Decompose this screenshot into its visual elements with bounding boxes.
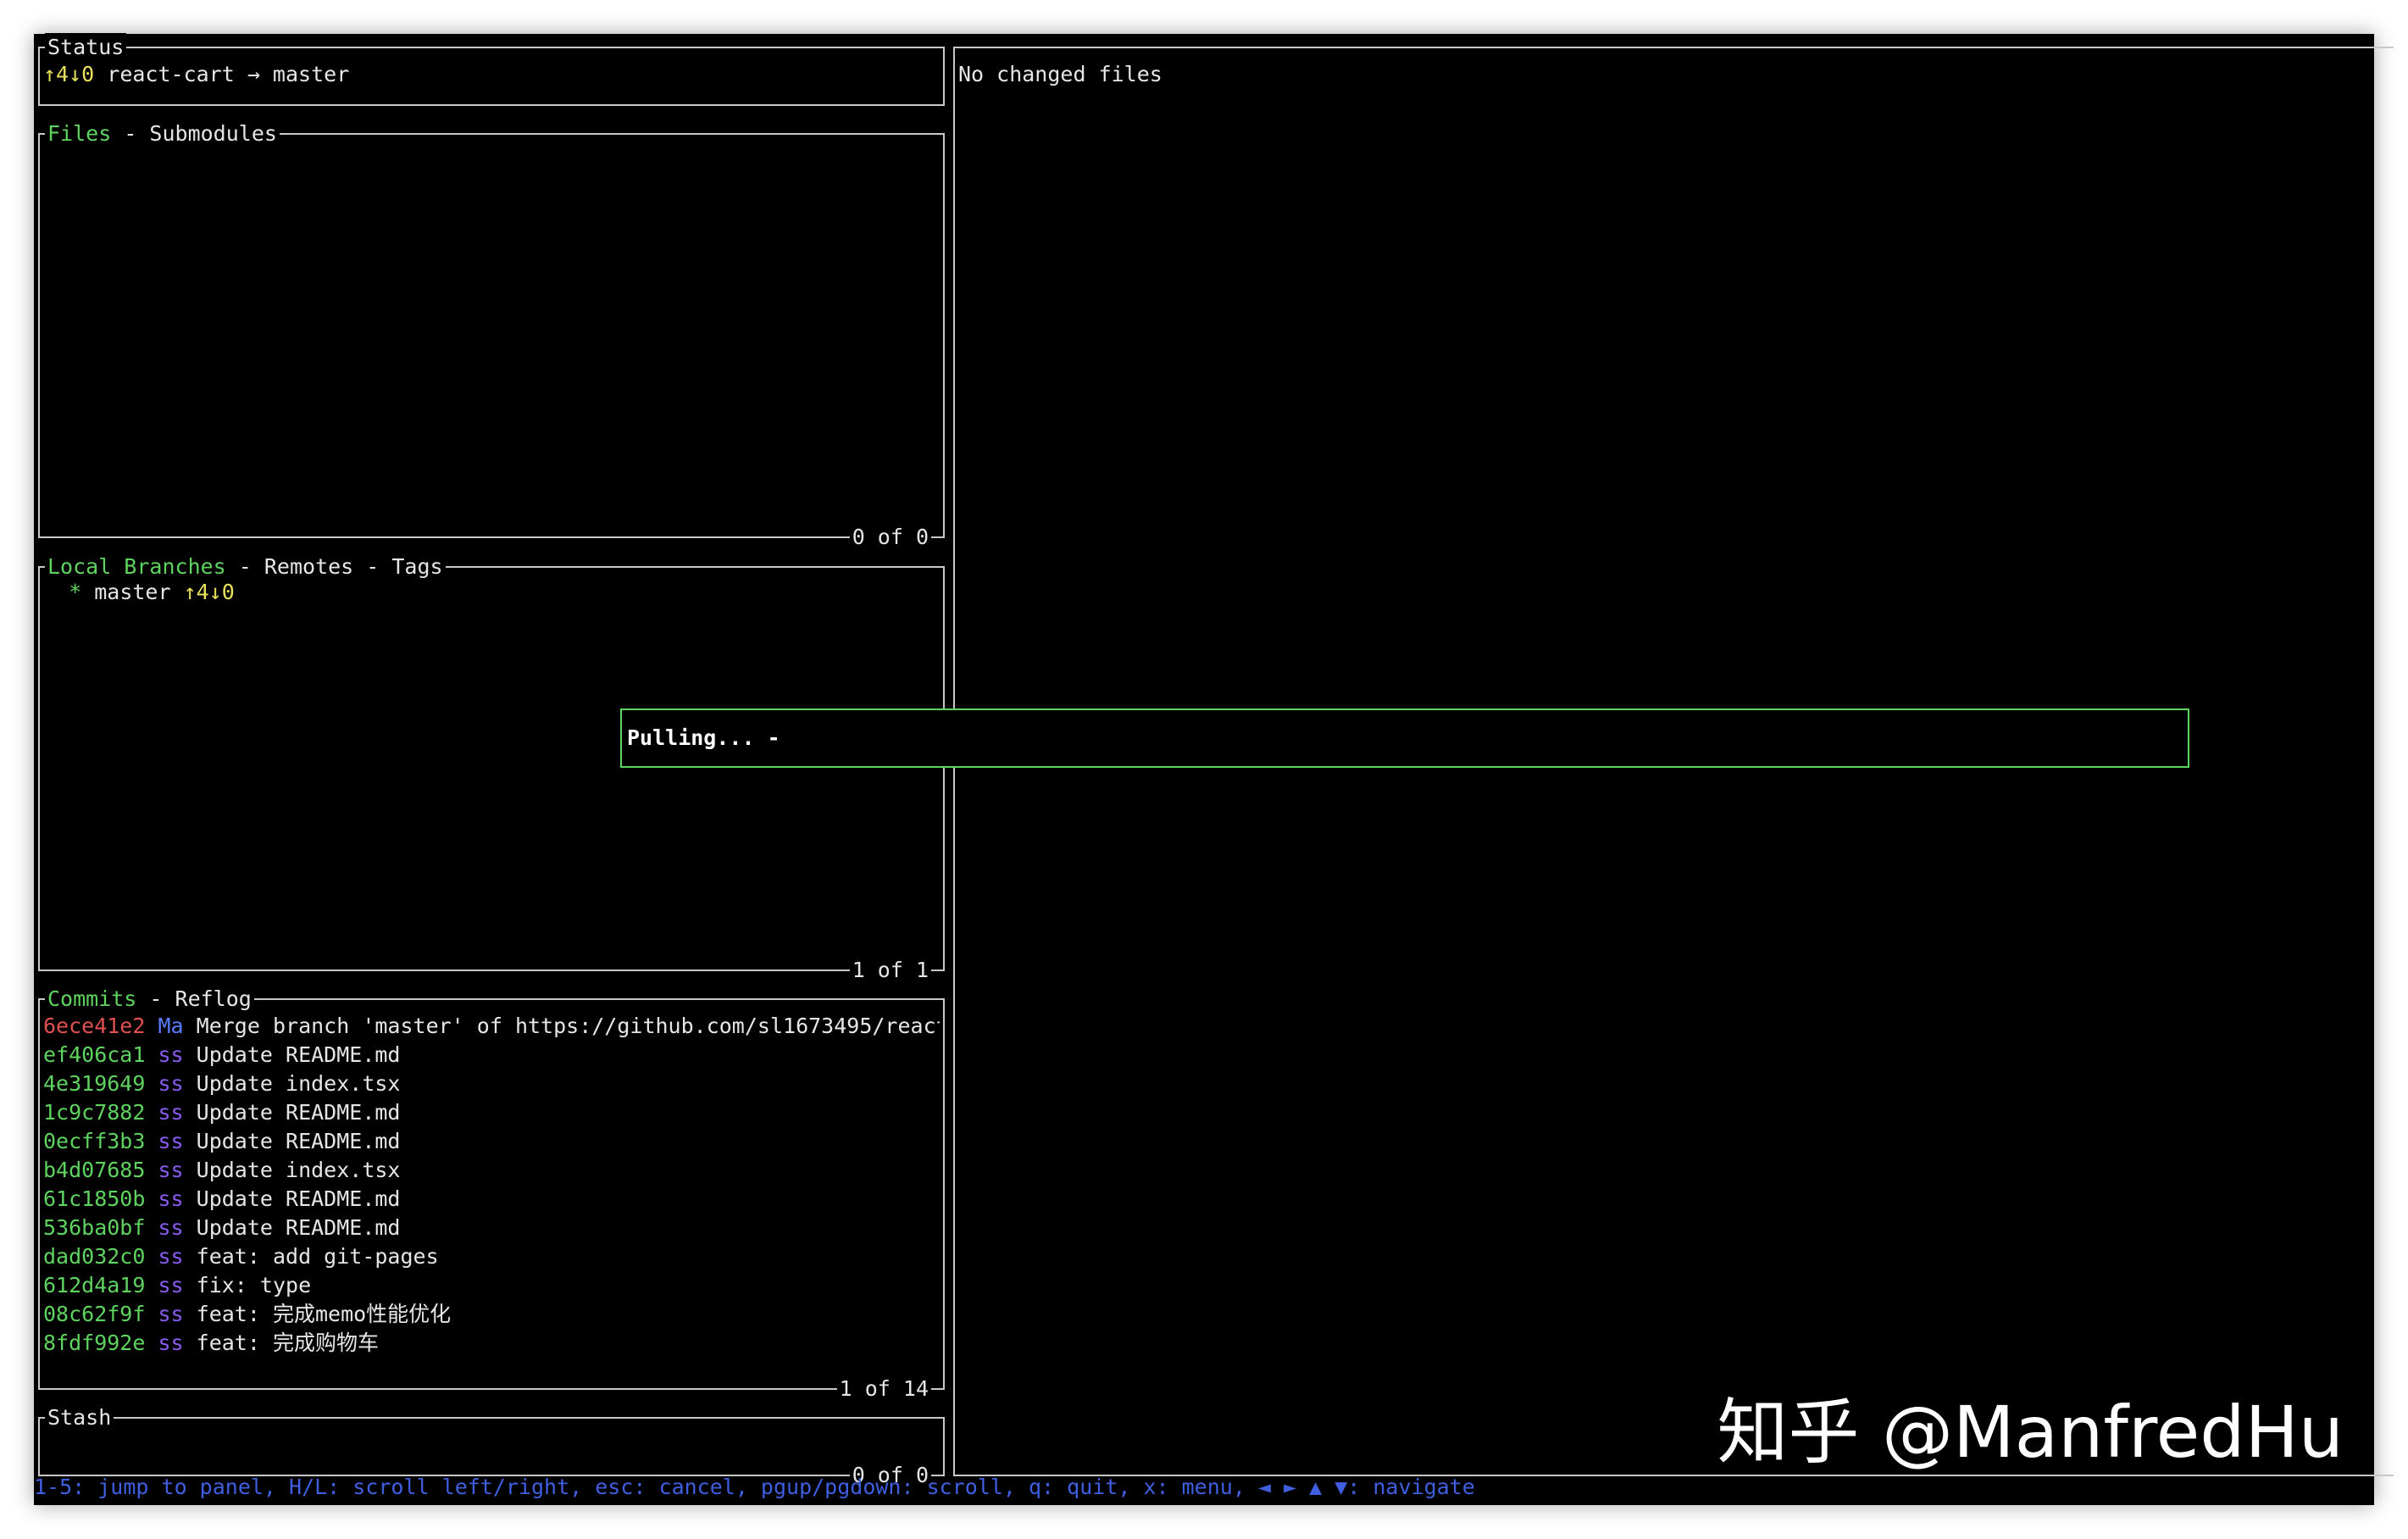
commit-hash: ef406ca1 — [43, 1042, 146, 1067]
commit-message: feat: add git-pages — [196, 1244, 439, 1269]
commit-message: Update index.tsx — [196, 1158, 401, 1182]
commit-message: feat: 完成memo性能优化 — [196, 1302, 452, 1326]
tab-submodules[interactable]: - Submodules — [111, 121, 277, 146]
commit-hash: 536ba0bf — [43, 1215, 146, 1240]
commits-count: 1 of 14 — [836, 1375, 931, 1403]
commit-row[interactable]: 6ece41e2 Ma Merge branch 'master' of htt… — [43, 1012, 940, 1041]
commit-hash: 61c1850b — [43, 1186, 146, 1211]
commit-author: ss — [158, 1331, 184, 1355]
files-panel[interactable]: Files - Submodules 0 of 0 — [38, 119, 945, 552]
commit-message: Update README.md — [196, 1042, 401, 1067]
commit-author: ss — [158, 1071, 184, 1096]
commit-row[interactable]: 536ba0bf ss Update README.md — [43, 1214, 940, 1242]
commits-panel[interactable]: Commits - Reflog 6ece41e2 Ma Merge branc… — [38, 985, 945, 1403]
commit-author: ss — [158, 1302, 184, 1326]
commit-author: Ma — [158, 1014, 184, 1038]
tab-remotes-tags[interactable]: - Remotes - Tags — [226, 554, 443, 579]
files-panel-title: Files - Submodules — [45, 119, 280, 148]
pulling-status-text: Pulling... - — [627, 725, 780, 750]
main-panel-text: No changed files — [958, 62, 1162, 86]
commit-row[interactable]: dad032c0 ss feat: add git-pages — [43, 1242, 940, 1271]
repo-branch-label: react-cart → master — [94, 62, 350, 86]
commit-row[interactable]: 08c62f9f ss feat: 完成memo性能优化 — [43, 1300, 940, 1329]
tab-commits[interactable]: Commits — [47, 986, 136, 1011]
commit-row[interactable]: 61c1850b ss Update README.md — [43, 1185, 940, 1214]
tab-reflog[interactable]: - Reflog — [136, 986, 251, 1011]
commit-hash: 6ece41e2 — [43, 1014, 146, 1038]
stash-panel[interactable]: Stash 0 of 0 — [38, 1403, 945, 1490]
commit-row[interactable]: 1c9c7882 ss Update README.md — [43, 1098, 940, 1127]
commit-message: Merge branch 'master' of https://github.… — [196, 1014, 940, 1038]
commit-author: ss — [158, 1042, 184, 1067]
commit-author: ss — [158, 1158, 184, 1182]
commit-author: ss — [158, 1186, 184, 1211]
commit-row[interactable]: 612d4a19 ss fix: type — [43, 1271, 940, 1300]
status-panel[interactable]: Status ↑4↓0 react-cart → master — [38, 33, 945, 106]
commit-message: Update index.tsx — [196, 1071, 401, 1096]
commit-row[interactable]: b4d07685 ss Update index.tsx — [43, 1156, 940, 1185]
commit-row[interactable]: 4e319649 ss Update index.tsx — [43, 1070, 940, 1098]
commit-hash: 612d4a19 — [43, 1273, 146, 1297]
commit-hash: 8fdf992e — [43, 1331, 146, 1355]
commit-hash: 4e319649 — [43, 1071, 146, 1096]
tab-local-branches[interactable]: Local Branches — [47, 554, 226, 579]
branch-item[interactable]: * master ↑4↓0 — [43, 578, 940, 607]
files-count: 0 of 0 — [849, 523, 931, 552]
commit-row[interactable]: 0ecff3b3 ss Update README.md — [43, 1127, 940, 1156]
commit-message: Update README.md — [196, 1215, 401, 1240]
commit-message: Update README.md — [196, 1186, 401, 1211]
terminal-window: Status ↑4↓0 react-cart → master Files - … — [34, 33, 2394, 1505]
tab-files[interactable]: Files — [47, 121, 111, 146]
branches-panel[interactable]: Local Branches - Remotes - Tags * master… — [38, 553, 945, 985]
commit-list: 6ece41e2 Ma Merge branch 'master' of htt… — [43, 1012, 940, 1358]
commit-author: ss — [158, 1244, 184, 1269]
commit-hash: 08c62f9f — [43, 1302, 146, 1326]
stash-panel-title: Stash — [45, 1403, 114, 1432]
pulling-popup: Pulling... - — [620, 708, 2189, 768]
commit-hash: b4d07685 — [43, 1158, 146, 1182]
commit-hash: 0ecff3b3 — [43, 1129, 146, 1153]
commit-hash: 1c9c7882 — [43, 1100, 146, 1125]
commit-author: ss — [158, 1273, 184, 1297]
status-line: ↑4↓0 react-cart → master — [43, 60, 940, 89]
commit-message: feat: 完成购物车 — [196, 1331, 379, 1355]
commit-author: ss — [158, 1100, 184, 1125]
commit-message: Update README.md — [196, 1100, 401, 1125]
commit-hash: dad032c0 — [43, 1244, 146, 1269]
status-panel-title: Status — [45, 33, 127, 62]
branch-tracking: ↑4↓0 — [183, 580, 235, 604]
commit-row[interactable]: ef406ca1 ss Update README.md — [43, 1041, 940, 1070]
commit-author: ss — [158, 1215, 184, 1240]
commit-message: fix: type — [196, 1273, 312, 1297]
commit-author: ss — [158, 1129, 184, 1153]
commit-message: Update README.md — [196, 1129, 401, 1153]
commits-panel-title: Commits - Reflog — [45, 985, 254, 1014]
ahead-behind-indicator: ↑4↓0 — [43, 62, 95, 86]
keybindings-options-bar: 1-5: jump to panel, H/L: scroll left/rig… — [34, 1475, 1475, 1499]
branch-name: master — [94, 580, 184, 604]
branches-panel-title: Local Branches - Remotes - Tags — [45, 553, 446, 581]
watermark: 知乎 @ManfredHu — [1717, 1391, 2344, 1474]
current-branch-marker: * — [43, 580, 95, 604]
branches-count: 1 of 1 — [849, 956, 931, 985]
commit-row[interactable]: 8fdf992e ss feat: 完成购物车 — [43, 1329, 940, 1358]
